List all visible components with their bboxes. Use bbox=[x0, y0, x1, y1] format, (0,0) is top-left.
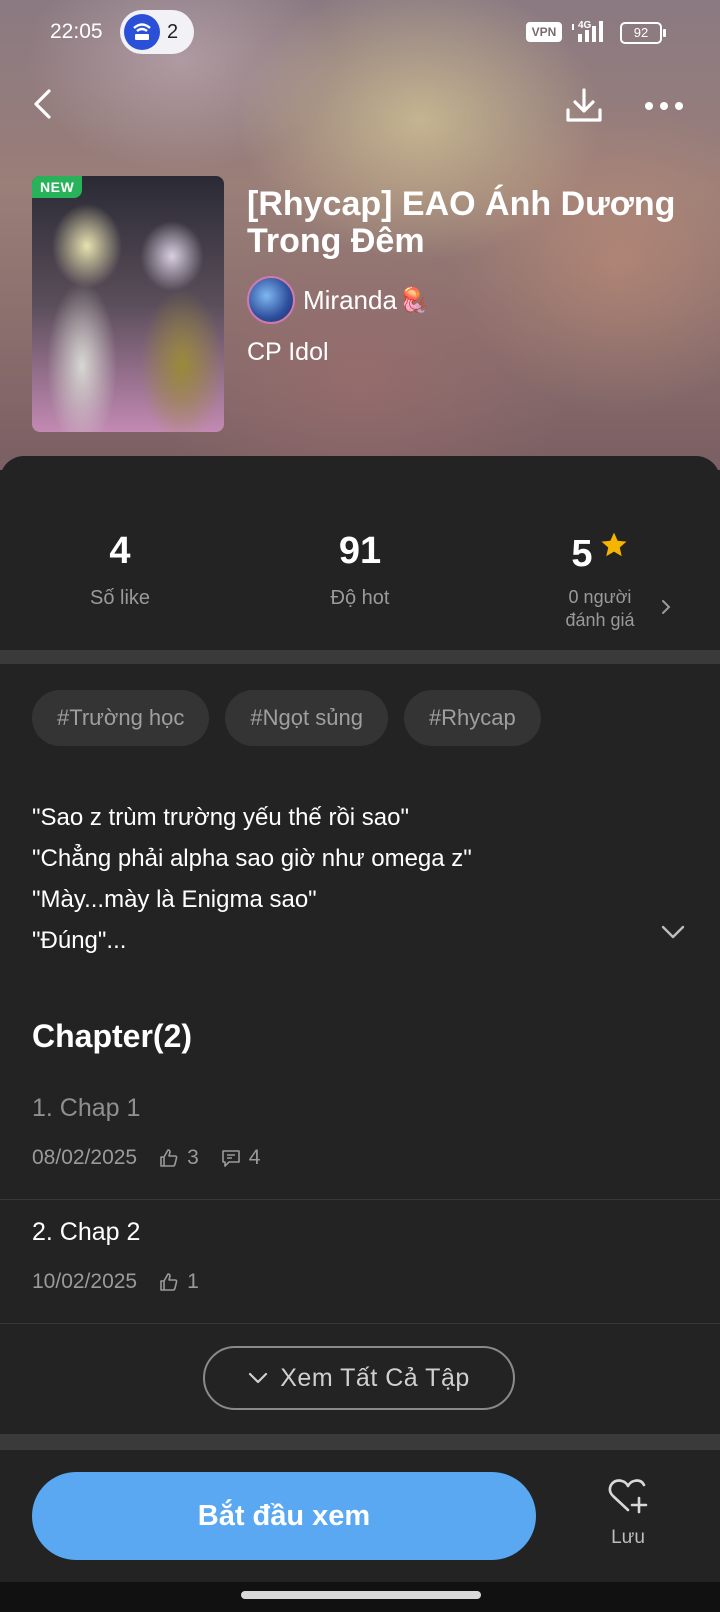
hotspot-icon bbox=[124, 14, 160, 50]
new-badge: NEW bbox=[32, 176, 83, 198]
tag-list: #Trường học #Ngọt sủng #Rhycap bbox=[32, 690, 541, 746]
vpn-badge: VPN bbox=[526, 22, 562, 42]
likes-label: Số like bbox=[89, 587, 151, 609]
section-divider bbox=[0, 650, 720, 664]
chapter-title: 2. Chap 2 bbox=[32, 1218, 141, 1246]
thumbs-up-icon bbox=[159, 1272, 179, 1292]
chevron-right-icon[interactable] bbox=[660, 598, 672, 616]
hot-value: 91 bbox=[338, 530, 382, 572]
chapter-meta: 10/02/2025 1 bbox=[32, 1270, 199, 1294]
description-line: "Đúng"... bbox=[32, 927, 127, 954]
chapters-heading: Chapter(2) bbox=[32, 1018, 193, 1054]
more-dots-icon bbox=[645, 102, 683, 110]
star-icon bbox=[601, 532, 627, 557]
likes-value: 4 bbox=[109, 530, 131, 572]
save-button[interactable]: Lưu bbox=[590, 1476, 666, 1560]
author-name: Miranda bbox=[303, 284, 397, 315]
chapter-date: 08/02/2025 bbox=[32, 1146, 138, 1169]
hot-stat: 91 Độ hot bbox=[260, 530, 460, 610]
download-button[interactable] bbox=[560, 82, 608, 130]
chapter-title: 1. Chap 1 bbox=[32, 1094, 141, 1122]
rating-count: 0 người đánh giá bbox=[540, 586, 660, 632]
hotspot-count: 2 bbox=[167, 21, 179, 43]
more-button[interactable] bbox=[640, 82, 688, 130]
rating-label-line1: 0 người bbox=[568, 587, 632, 607]
expand-description-icon[interactable] bbox=[660, 924, 686, 940]
rating-label-line2: đánh giá bbox=[565, 610, 635, 630]
comment-icon bbox=[221, 1148, 241, 1168]
view-all-label: Xem Tất Cả Tập bbox=[280, 1363, 470, 1392]
svg-text:4G: 4G bbox=[578, 20, 592, 31]
tag-chip[interactable]: #Rhycap bbox=[403, 690, 541, 746]
description-line: "Sao z trùm trường yếu thế rồi sao" bbox=[32, 804, 410, 831]
chapter-row[interactable]: 1. Chap 1 08/02/2025 3 4 bbox=[0, 1076, 720, 1200]
book-category[interactable]: CP Idol bbox=[247, 338, 329, 367]
status-bar: 22:05 2 VPN 4G 92 bbox=[0, 0, 720, 64]
hotspot-indicator: 2 bbox=[120, 10, 194, 54]
chapter-likes: 3 bbox=[187, 1146, 199, 1169]
description-line: "Chẳng phải alpha sao giờ như omega z" bbox=[32, 845, 472, 872]
chevron-down-icon bbox=[249, 1372, 268, 1384]
avatar bbox=[247, 276, 295, 324]
rating-stat[interactable]: 5 bbox=[500, 530, 700, 576]
save-label: Lưu bbox=[611, 1527, 645, 1548]
view-all-chapters-button[interactable]: Xem Tất Cả Tập bbox=[203, 1346, 515, 1410]
download-icon bbox=[566, 88, 602, 122]
back-arrow-icon bbox=[34, 89, 51, 119]
chapter-comments: 4 bbox=[248, 1146, 261, 1169]
author-link[interactable]: Miranda 🪼 bbox=[247, 276, 429, 324]
book-title: [Rhycap] EAO Ánh Dương Trong Đêm bbox=[247, 185, 676, 260]
chapter-likes: 1 bbox=[187, 1270, 199, 1293]
start-reading-button[interactable]: Bắt đầu xem bbox=[32, 1472, 536, 1560]
heart-plus-icon bbox=[608, 1479, 648, 1514]
battery-indicator: 92 bbox=[620, 22, 666, 44]
home-indicator[interactable] bbox=[241, 1591, 481, 1599]
chapter-meta: 08/02/2025 3 4 bbox=[32, 1146, 260, 1170]
book-cover[interactable]: NEW bbox=[32, 176, 224, 432]
signal-icon: 4G bbox=[572, 18, 620, 44]
tag-chip[interactable]: #Trường học bbox=[32, 690, 210, 746]
chapter-date: 10/02/2025 bbox=[32, 1270, 138, 1293]
section-divider bbox=[0, 1434, 720, 1450]
likes-stat: 4 Số like bbox=[20, 530, 220, 610]
back-button[interactable] bbox=[18, 80, 66, 128]
status-time: 22:05 bbox=[50, 20, 103, 43]
thumbs-up-icon bbox=[159, 1148, 179, 1168]
tag-chip[interactable]: #Ngọt sủng bbox=[225, 690, 388, 746]
description-line: "Mày...mày là Enigma sao" bbox=[32, 886, 317, 913]
description: "Sao z trùm trường yếu thế rồi sao" "Chẳ… bbox=[32, 797, 652, 961]
hot-label: Độ hot bbox=[330, 587, 390, 609]
chapter-row[interactable]: 2. Chap 2 10/02/2025 1 bbox=[0, 1200, 720, 1324]
divider bbox=[0, 1323, 720, 1324]
rating-value: 5 bbox=[571, 533, 593, 575]
jellyfish-icon: 🪼 bbox=[398, 286, 429, 314]
